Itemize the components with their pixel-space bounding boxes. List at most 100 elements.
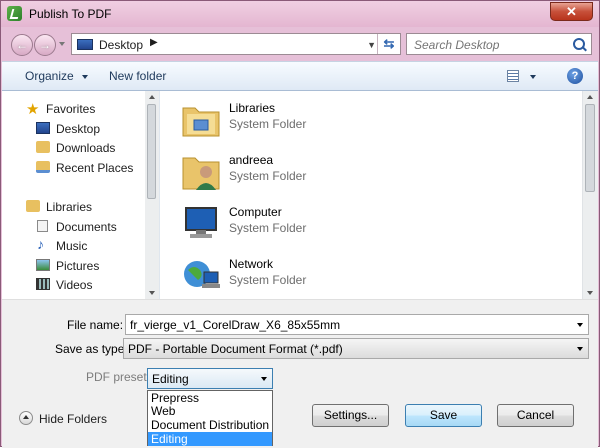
collapse-up-icon — [19, 411, 33, 425]
scrollbar-thumb[interactable] — [585, 104, 595, 192]
close-button[interactable]: ✕ — [550, 2, 593, 21]
publish-dialog: Publish To PDF ✕ ← → Desktop ▶ ▼ ⇆ Organ… — [0, 0, 600, 448]
scroll-up-icon[interactable] — [149, 95, 155, 99]
sidebar-item-label: Documents — [56, 220, 117, 234]
downloads-folder-icon — [36, 141, 50, 153]
chevron-down-icon — [577, 347, 583, 351]
address-bar[interactable]: Desktop ▶ ▼ ⇆ — [71, 33, 401, 55]
browser-area: ★ Favorites Desktop Downloads Recent Pla… — [2, 91, 598, 299]
pdf-preset-dropdown-list: Prepress Web Document Distribution Editi… — [147, 390, 273, 446]
videos-icon — [36, 278, 50, 290]
file-name-label: File name: — [67, 318, 124, 332]
pdf-preset-value: Editing — [152, 372, 189, 386]
views-icon[interactable] — [507, 70, 519, 82]
sidebar-item-downloads[interactable]: Downloads — [2, 138, 142, 157]
sidebar-heading-favorites: Favorites — [46, 102, 96, 116]
command-toolbar: Organize New folder ? — [2, 61, 598, 91]
preset-option-prepress[interactable]: Prepress — [148, 391, 272, 405]
save-button[interactable]: Save — [405, 404, 482, 427]
recent-pages-chevron-icon[interactable] — [59, 42, 65, 46]
preset-option-editing[interactable]: Editing — [148, 432, 272, 446]
scrollbar-thumb[interactable] — [147, 104, 156, 199]
views-dropdown-icon[interactable] — [530, 75, 536, 79]
file-item-andreea[interactable]: andreea System Folder — [174, 146, 474, 196]
network-icon — [184, 261, 220, 288]
recent-places-icon — [36, 161, 50, 173]
file-name: Network — [229, 257, 274, 271]
coreldraw-app-icon — [7, 6, 22, 21]
sidebar-item-desktop[interactable]: Desktop — [2, 119, 142, 138]
pdf-preset-select[interactable]: Editing — [147, 368, 273, 389]
user-folder-icon — [182, 157, 220, 190]
chevron-down-icon[interactable] — [577, 323, 583, 327]
settings-button[interactable]: Settings... — [312, 404, 389, 427]
sidebar-item-label: Music — [56, 239, 88, 253]
hide-folders-label: Hide Folders — [39, 412, 108, 426]
pdf-preset-label: PDF preset: — [86, 370, 151, 384]
save-type-label: Save as type: — [55, 342, 128, 356]
preset-option-document-distribution[interactable]: Document Distribution — [148, 418, 272, 432]
file-type: System Folder — [229, 221, 307, 235]
sidebar-item-documents[interactable]: Documents — [2, 217, 142, 236]
new-folder-button[interactable]: New folder — [109, 69, 166, 83]
scroll-down-icon[interactable] — [587, 291, 593, 295]
file-type: System Folder — [229, 273, 307, 287]
forward-button[interactable]: → — [34, 34, 56, 56]
search-box[interactable] — [406, 33, 592, 55]
sidebar-item-label: Downloads — [56, 141, 116, 155]
libraries-folder-icon — [182, 107, 220, 137]
window-title: Publish To PDF — [29, 7, 112, 21]
navigation-scrollbar[interactable] — [145, 91, 159, 299]
search-icon[interactable] — [573, 38, 585, 50]
organize-button[interactable]: Organize — [25, 69, 88, 83]
sidebar-item-label: Pictures — [56, 259, 100, 273]
file-name-field[interactable]: fr_vierge_v1_CorelDraw_X6_85x55mm — [125, 314, 589, 335]
help-icon[interactable]: ? — [567, 68, 583, 84]
scroll-down-icon[interactable] — [149, 291, 155, 295]
file-name: Computer — [229, 205, 282, 219]
sidebar-item-label: Desktop — [56, 122, 101, 136]
file-name: Libraries — [229, 101, 276, 115]
file-type: System Folder — [229, 117, 307, 131]
file-name: andreea — [229, 153, 274, 167]
desktop-icon — [36, 122, 50, 134]
sidebar-item-label: Videos — [56, 278, 93, 292]
file-type: System Folder — [229, 169, 307, 183]
file-item-libraries[interactable]: Libraries System Folder — [174, 94, 474, 144]
organize-label: Organize — [25, 69, 74, 83]
pictures-icon — [36, 259, 50, 271]
sidebar-item-recent-places[interactable]: Recent Places — [2, 158, 142, 177]
sidebar-heading-libraries: Libraries — [46, 200, 93, 214]
sidebar-item-videos[interactable]: Videos — [2, 275, 142, 294]
star-icon: ★ — [26, 101, 40, 118]
music-icon: ♪ — [37, 236, 44, 252]
navigation-bar: ← → Desktop ▶ ▼ ⇆ — [1, 27, 599, 61]
save-type-value: PDF - Portable Document Format (*.pdf) — [128, 342, 343, 356]
sidebar-item-libraries[interactable]: Libraries — [2, 197, 142, 216]
file-list-scrollbar[interactable] — [582, 91, 598, 299]
sidebar-item-favorites[interactable]: ★ Favorites — [2, 99, 142, 118]
file-name-value: fr_vierge_v1_CorelDraw_X6_85x55mm — [130, 318, 341, 332]
sidebar-item-pictures[interactable]: Pictures — [2, 256, 142, 275]
chevron-down-icon — [261, 377, 267, 381]
chevron-down-icon — [81, 74, 88, 79]
file-item-network[interactable]: Network System Folder — [174, 250, 474, 300]
back-button[interactable]: ← — [11, 34, 33, 56]
computer-icon — [185, 207, 217, 238]
sidebar-item-music[interactable]: ♪ Music — [2, 236, 142, 255]
search-input[interactable] — [412, 37, 566, 53]
preset-option-web[interactable]: Web — [148, 404, 272, 418]
navigation-pane: ★ Favorites Desktop Downloads Recent Pla… — [2, 91, 160, 299]
breadcrumb-arrow-icon[interactable]: ▶ — [150, 37, 158, 48]
sidebar-item-label: Recent Places — [56, 161, 134, 175]
cancel-button[interactable]: Cancel — [497, 404, 574, 427]
address-text: Desktop — [99, 38, 144, 52]
file-item-computer[interactable]: Computer System Folder — [174, 198, 474, 248]
scroll-up-icon[interactable] — [587, 95, 593, 99]
documents-icon — [37, 220, 48, 232]
desktop-icon — [77, 39, 93, 50]
save-type-select[interactable]: PDF - Portable Document Format (*.pdf) — [123, 338, 589, 359]
address-dropdown-icon[interactable]: ▼ — [367, 40, 376, 50]
title-bar: Publish To PDF ✕ — [1, 1, 599, 27]
refresh-icon[interactable]: ⇆ — [377, 34, 400, 54]
